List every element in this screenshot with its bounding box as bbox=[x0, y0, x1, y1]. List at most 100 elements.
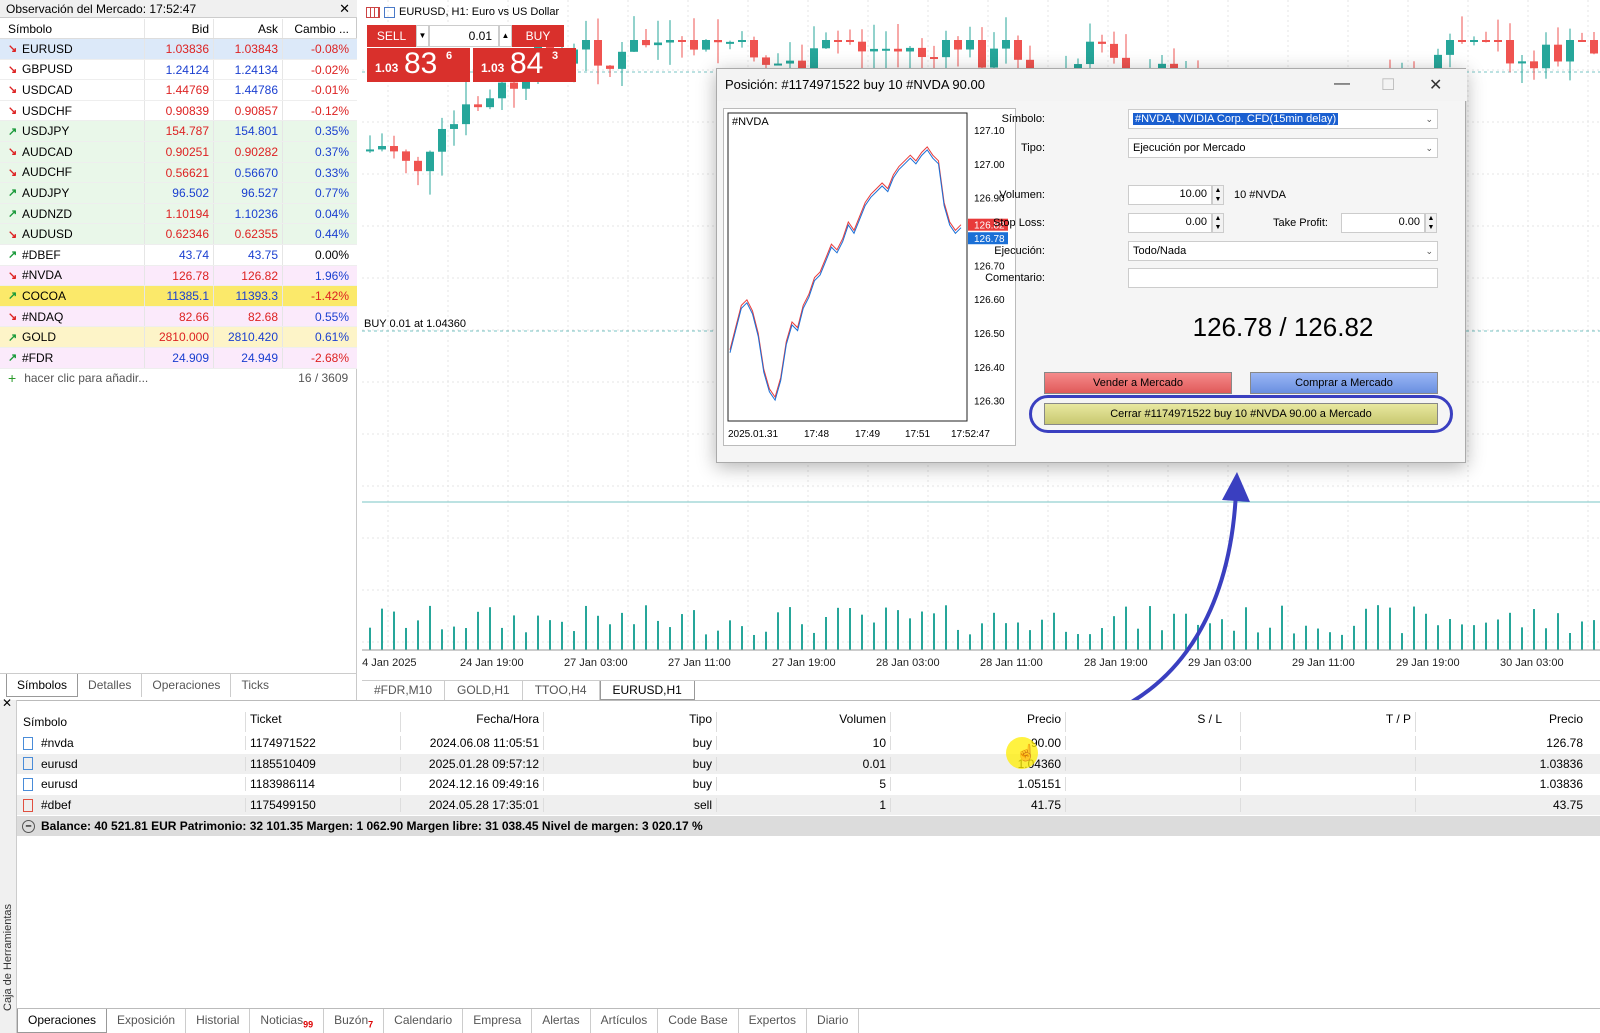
column-header-tp[interactable]: T / P bbox=[1240, 712, 1415, 732]
tab-operaciones[interactable]: Operaciones bbox=[142, 674, 232, 697]
column-header-bid[interactable]: Bid bbox=[145, 19, 214, 38]
market-watch-row[interactable]: ↘ USDCHF 0.90839 0.90857 -0.12% bbox=[0, 100, 357, 122]
tab-art-culos[interactable]: Artículos bbox=[591, 1009, 659, 1033]
sell-price-big: 83 bbox=[404, 47, 438, 80]
tab-eurusd-h1[interactable]: EURUSD,H1 bbox=[599, 681, 695, 700]
volume-input[interactable]: 0.01 bbox=[429, 25, 499, 47]
position-type: buy bbox=[543, 777, 716, 792]
tab-calendario[interactable]: Calendario bbox=[384, 1009, 464, 1033]
candle-body bbox=[438, 128, 446, 152]
minimize-icon[interactable]: — bbox=[1334, 75, 1350, 93]
tab-expertos[interactable]: Expertos bbox=[739, 1009, 808, 1033]
column-header-ask[interactable]: Ask bbox=[214, 19, 283, 38]
column-header-volume[interactable]: Volumen bbox=[716, 712, 890, 732]
market-watch-bid: 0.90839 bbox=[145, 100, 214, 121]
market-watch-row[interactable]: ↘ AUDCAD 0.90251 0.90282 0.37% bbox=[0, 141, 357, 163]
market-watch-row[interactable]: ↘ USDCAD 1.44769 1.44786 -0.01% bbox=[0, 80, 357, 101]
order-type-select[interactable]: Ejecución por Mercado ⌄ bbox=[1128, 138, 1438, 158]
tab-alertas[interactable]: Alertas bbox=[532, 1009, 591, 1033]
toolbox-close-icon[interactable]: ✕ bbox=[2, 696, 12, 710]
table-row[interactable]: #dbef 1175499150 2024.05.28 17:35:01 sel… bbox=[17, 794, 1600, 816]
tab-simbolos[interactable]: Símbolos bbox=[6, 674, 79, 697]
collapse-icon[interactable]: – bbox=[22, 819, 35, 833]
tab-label: Buzón bbox=[334, 1013, 369, 1027]
tab-code-base[interactable]: Code Base bbox=[658, 1009, 739, 1033]
symbol-select[interactable]: #NVDA, NVIDIA Corp. CFD(15min delay) ⌄ bbox=[1128, 109, 1438, 129]
tab-label: Historial bbox=[196, 1013, 240, 1027]
column-header-sl[interactable]: S / L bbox=[1065, 712, 1240, 732]
market-watch-row[interactable]: ↗ COCOA 11385.1 11393.3 -1.42% bbox=[0, 286, 357, 307]
market-watch-row[interactable]: ↗ AUDJPY 96.502 96.527 0.77% bbox=[0, 183, 357, 204]
column-header-price[interactable]: Precio bbox=[890, 712, 1065, 732]
volume-field[interactable]: 10.00 bbox=[1128, 185, 1212, 205]
market-watch-bid: 0.56621 bbox=[145, 162, 214, 183]
take-profit-field[interactable]: 0.00 bbox=[1341, 213, 1425, 233]
tab-operaciones[interactable]: Operaciones bbox=[17, 1009, 108, 1033]
candle-body bbox=[678, 40, 686, 42]
close-dialog-icon[interactable]: ✕ bbox=[1429, 75, 1442, 95]
volume-down-icon[interactable]: ▼ bbox=[416, 25, 429, 47]
stop-loss-field[interactable]: 0.00 bbox=[1128, 213, 1212, 233]
mini-price-label: 127.00 bbox=[974, 160, 1005, 171]
market-watch-symbol-cell: ↘ USDCHF bbox=[0, 100, 145, 121]
stepper-arrows-icon[interactable]: ▲ ▼ bbox=[1212, 213, 1224, 233]
stepper-arrows-icon[interactable]: ▲ ▼ bbox=[1425, 213, 1437, 233]
buy-market-button[interactable]: Comprar a Mercado bbox=[1250, 372, 1438, 394]
execution-select[interactable]: Todo/Nada ⌄ bbox=[1128, 241, 1438, 261]
market-watch-row[interactable]: ↗ AUDNZD 1.10194 1.10236 0.04% bbox=[0, 203, 357, 225]
arrow-up-icon: ↗ bbox=[8, 249, 18, 262]
market-watch-row[interactable]: ↘ AUDCHF 0.56621 0.56670 0.33% bbox=[0, 162, 357, 184]
market-watch-row[interactable]: ↗ #DBEF 43.74 43.75 0.00% bbox=[0, 244, 357, 266]
market-watch-ask: 11393.3 bbox=[214, 286, 283, 306]
table-row[interactable]: #nvda 1174971522 2024.06.08 11:05:51 buy… bbox=[17, 733, 1600, 754]
market-watch-row[interactable]: ↗ USDJPY 154.787 154.801 0.35% bbox=[0, 121, 357, 142]
close-icon[interactable]: ✕ bbox=[339, 1, 350, 17]
volume-up-icon[interactable]: ▲ bbox=[499, 25, 512, 47]
tab-exposici-n[interactable]: Exposición bbox=[107, 1009, 187, 1033]
tab-buz-n[interactable]: Buzón7 bbox=[324, 1009, 385, 1033]
tab-ttoo-h4[interactable]: TTOO,H4 bbox=[523, 681, 600, 700]
volume-stepper[interactable]: 10.00 ▲ ▼ bbox=[1128, 185, 1224, 205]
market-watch-row[interactable]: ↗ GOLD 2810.000 2810.420 0.61% bbox=[0, 327, 357, 348]
table-row[interactable]: eurusd 1185510409 2025.01.28 09:57:12 bu… bbox=[17, 753, 1600, 775]
tab-detalles[interactable]: Detalles bbox=[78, 674, 143, 697]
stop-loss-stepper[interactable]: 0.00 ▲ ▼ bbox=[1128, 213, 1224, 233]
column-header-date[interactable]: Fecha/Hora bbox=[400, 712, 543, 732]
tab-noticias[interactable]: Noticias99 bbox=[250, 1009, 325, 1033]
plus-icon: + bbox=[8, 370, 17, 386]
market-watch-row[interactable]: ↘ #NVDA 126.78 126.82 1.96% bbox=[0, 265, 357, 287]
buy-price-tile[interactable]: 1.03 84 3 bbox=[473, 47, 576, 82]
tab-ticks[interactable]: Ticks bbox=[231, 674, 279, 697]
market-watch-row[interactable]: ↘ AUDUSD 0.62346 0.62355 0.44% bbox=[0, 224, 357, 245]
stepper-arrows-icon[interactable]: ▲ ▼ bbox=[1212, 185, 1224, 205]
column-header-current-price[interactable]: Precio bbox=[1415, 712, 1589, 732]
tab-empresa[interactable]: Empresa bbox=[463, 1009, 533, 1033]
column-header-change[interactable]: Cambio ... bbox=[283, 19, 354, 38]
column-header-ticket[interactable]: Ticket bbox=[245, 712, 400, 732]
position-current-price: 126.78 bbox=[1415, 736, 1589, 751]
sell-button[interactable]: SELL bbox=[367, 25, 416, 47]
candle-body bbox=[726, 41, 734, 44]
sell-price-tile[interactable]: 1.03 83 6 bbox=[367, 47, 470, 82]
table-row[interactable]: eurusd 1183986114 2024.12.16 09:49:16 bu… bbox=[17, 774, 1600, 795]
market-watch-row[interactable]: ↗ #FDR 24.909 24.949 -2.68% bbox=[0, 347, 357, 369]
column-header-symbol[interactable]: Símbolo bbox=[17, 712, 245, 732]
comment-input[interactable] bbox=[1128, 268, 1438, 288]
market-watch-row[interactable]: ↘ GBPUSD 1.24124 1.24134 -0.02% bbox=[0, 59, 357, 81]
tab-gold-h1[interactable]: GOLD,H1 bbox=[445, 681, 523, 700]
sell-market-button[interactable]: Vender a Mercado bbox=[1044, 372, 1232, 394]
tab-diario[interactable]: Diario bbox=[807, 1009, 860, 1033]
position-open-price: 90.00 bbox=[890, 736, 1065, 751]
tab-label: Noticias bbox=[260, 1013, 304, 1027]
take-profit-stepper[interactable]: 0.00 ▲ ▼ bbox=[1341, 213, 1437, 233]
maximize-icon[interactable]: ☐ bbox=[1381, 75, 1395, 95]
market-watch-row[interactable]: ↘ EURUSD 1.03836 1.03843 -0.08% bbox=[0, 39, 357, 60]
column-header-type[interactable]: Tipo bbox=[543, 712, 716, 732]
tab-historial[interactable]: Historial bbox=[186, 1009, 251, 1033]
tab-fdr-m10[interactable]: #FDR,M10 bbox=[362, 681, 446, 700]
add-symbol-row[interactable]: + hacer clic para añadir... 16 / 3609 bbox=[0, 368, 357, 388]
column-header-symbol[interactable]: Símbolo bbox=[0, 19, 145, 38]
market-watch-row[interactable]: ↘ #NDAQ 82.66 82.68 0.55% bbox=[0, 306, 357, 328]
tab-label: Operaciones bbox=[28, 1013, 97, 1027]
buy-button[interactable]: BUY bbox=[512, 25, 564, 47]
